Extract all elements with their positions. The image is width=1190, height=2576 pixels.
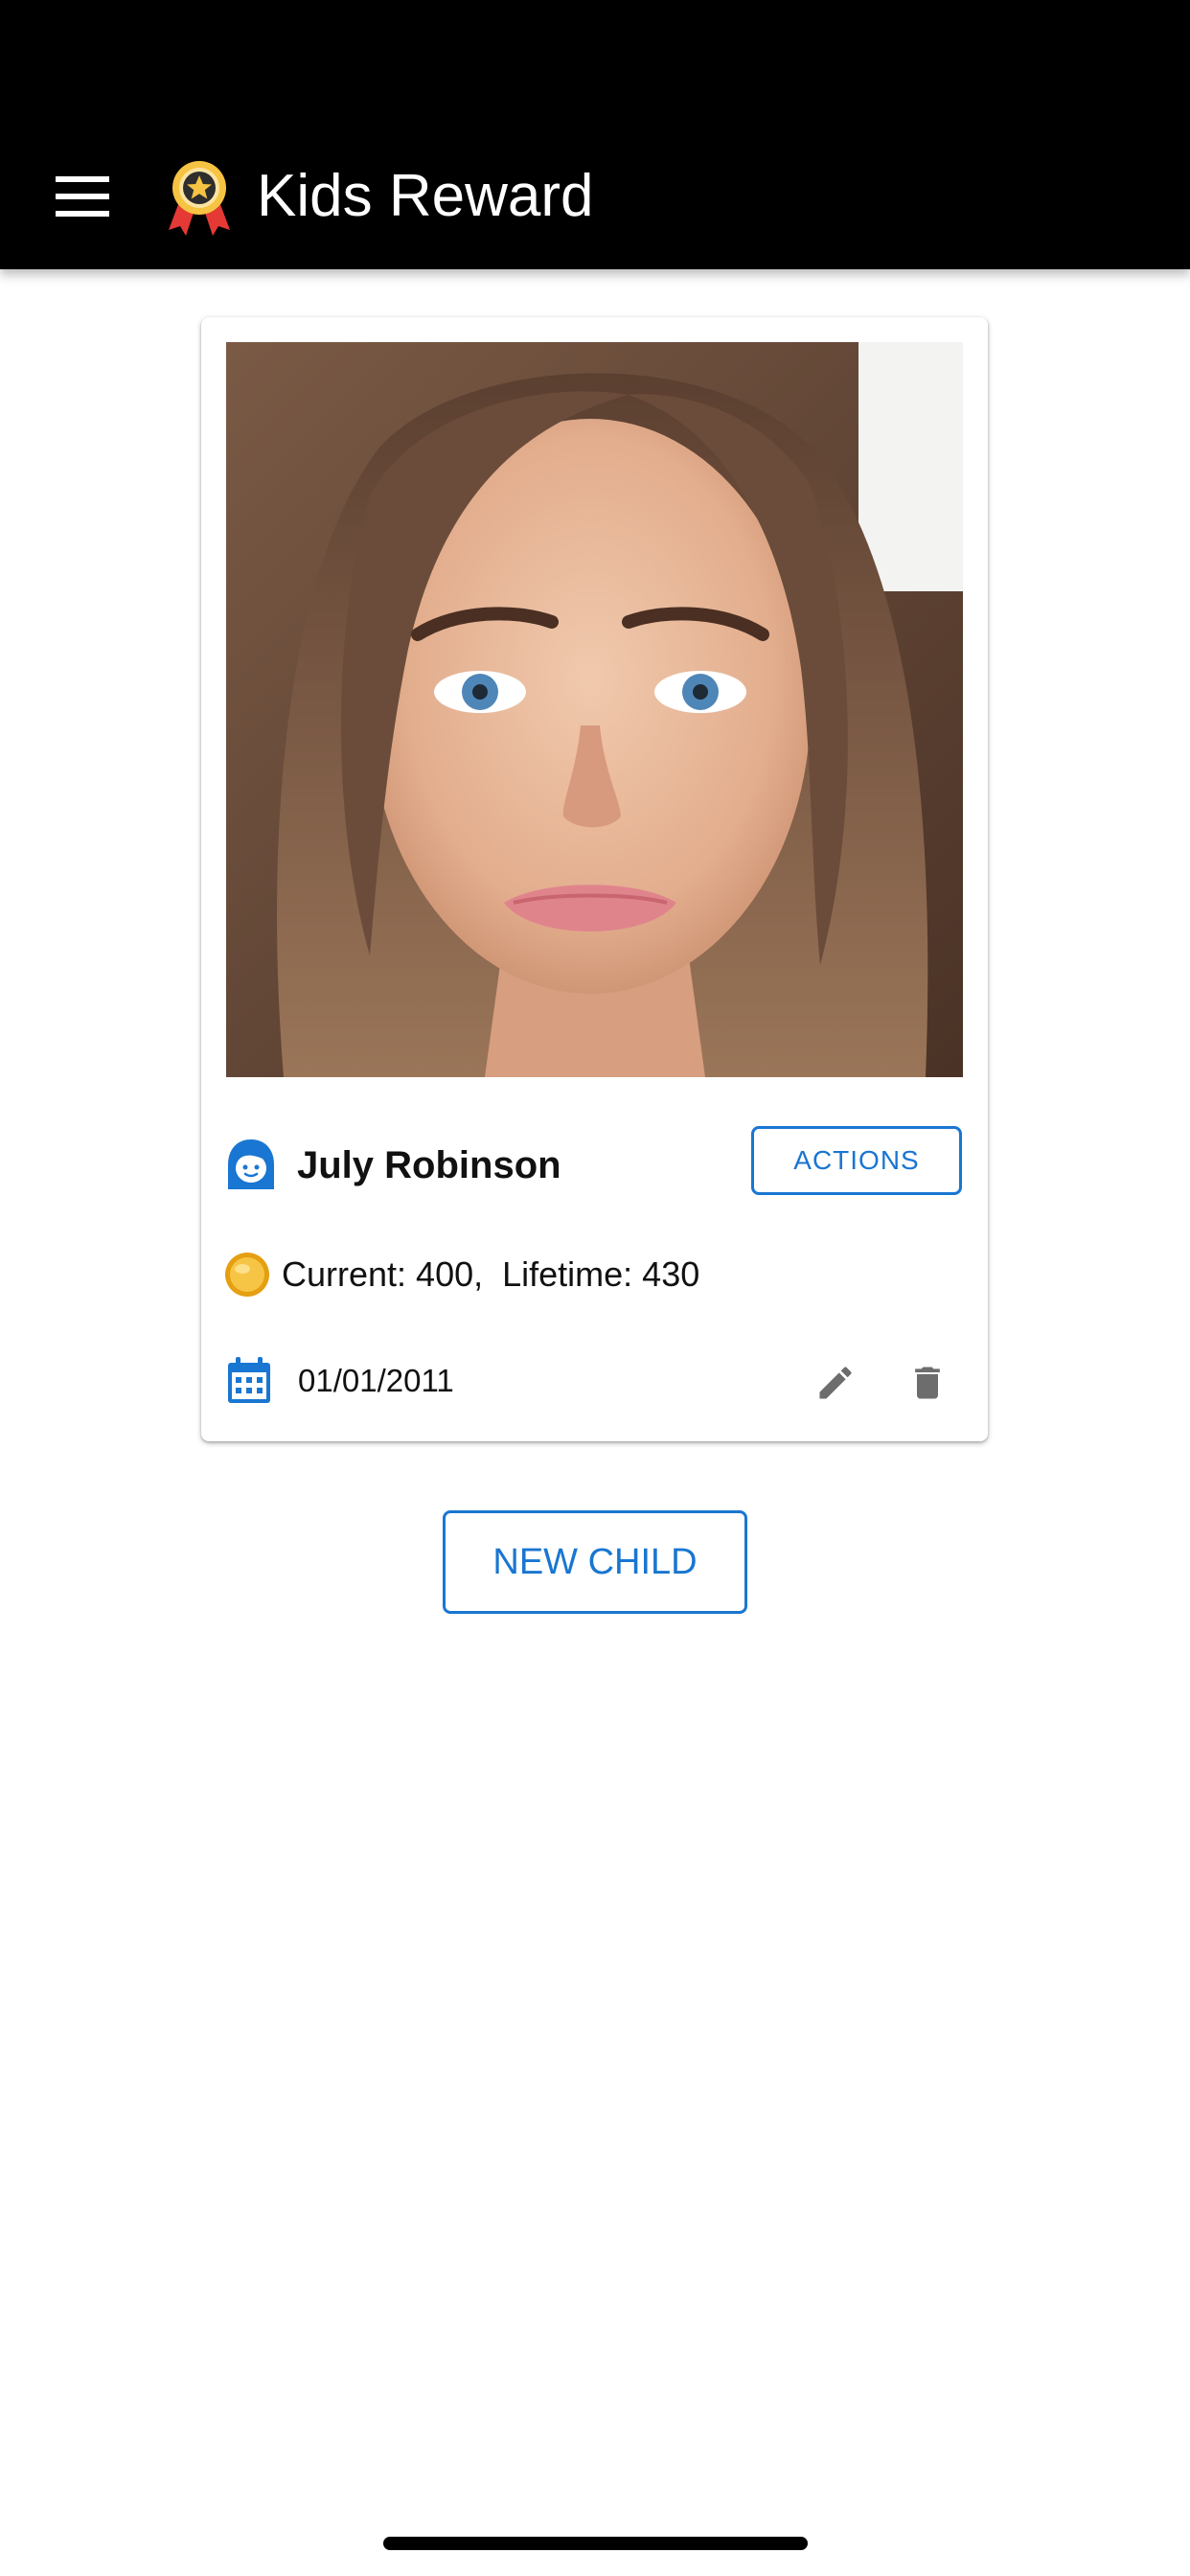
home-indicator[interactable] — [383, 2537, 808, 2550]
child-card: July Robinson ACTIONS Current: 400, Life… — [201, 317, 988, 1441]
birth-date: 01/01/2011 — [298, 1363, 454, 1398]
girl-face-icon — [228, 1139, 274, 1189]
delete-button[interactable] — [901, 1356, 954, 1410]
pencil-icon — [819, 1367, 852, 1399]
points-summary: Current: 400, Lifetime: 430 — [282, 1254, 700, 1294]
new-child-button[interactable]: NEW CHILD — [443, 1510, 747, 1614]
child-photo — [226, 342, 963, 1077]
app-bar: Kids Reward — [0, 0, 1190, 269]
app-title: Kids Reward — [257, 163, 594, 229]
calendar-icon — [228, 1357, 270, 1403]
hamburger-menu-icon — [56, 176, 109, 217]
child-portrait-image — [226, 342, 963, 1077]
edit-button[interactable] — [809, 1356, 862, 1410]
award-ribbon-icon — [169, 161, 230, 236]
actions-button[interactable]: ACTIONS — [751, 1126, 962, 1195]
trash-icon — [915, 1367, 940, 1399]
gold-coin-icon — [225, 1253, 269, 1297]
menu-button[interactable] — [34, 153, 130, 240]
child-name: July Robinson — [297, 1144, 561, 1186]
